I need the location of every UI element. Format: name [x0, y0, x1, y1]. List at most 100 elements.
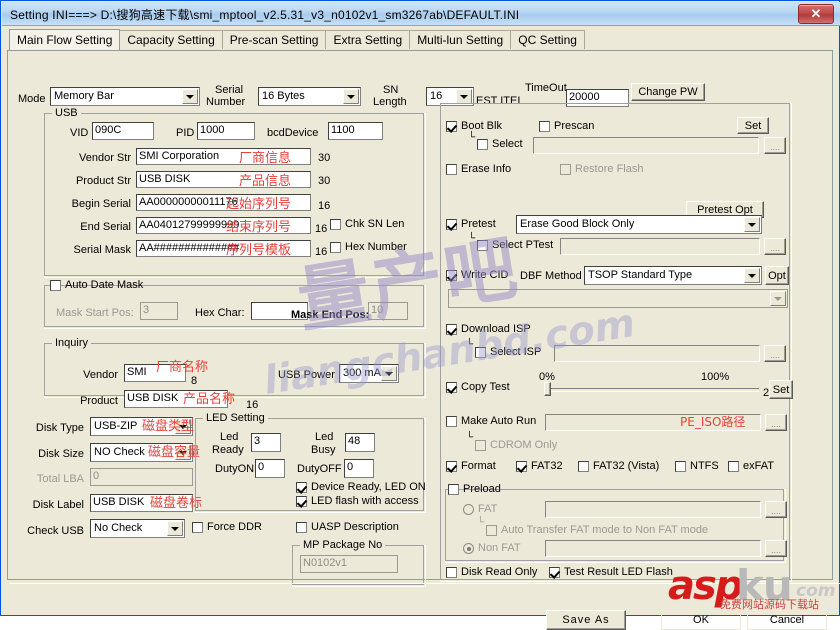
disk-type-select[interactable]: USB-ZIP	[90, 417, 193, 436]
ok-button[interactable]: OK	[661, 610, 741, 630]
dbf-opt-button[interactable]: Opt	[765, 266, 789, 285]
window: Setting INI===> D:\搜狗高速下载\smi_mptool_v2.…	[0, 0, 840, 616]
check-usb-select[interactable]: No Check	[90, 519, 185, 538]
inquiry-product-input[interactable]: USB DISK	[124, 390, 228, 408]
duty-on-input[interactable]: 0	[255, 459, 285, 478]
tab-main-flow-setting[interactable]: Main Flow Setting	[9, 29, 120, 50]
select-isp-browse-button[interactable]: ....	[764, 345, 786, 362]
disk-type-label: Disk Type	[24, 422, 84, 434]
inquiry-vendor-input[interactable]: SMI	[124, 364, 186, 382]
tab-qc-setting[interactable]: QC Setting	[510, 30, 585, 49]
begin-serial-input[interactable]: AA00000000011176	[136, 194, 311, 211]
prescan-set-button[interactable]: Set	[737, 117, 769, 134]
checkbox-icon	[446, 567, 457, 578]
serial-number-select[interactable]: 16 Bytes	[258, 87, 361, 106]
pretest-select[interactable]: Erase Good Block Only	[516, 215, 762, 234]
slider-thumb[interactable]	[544, 382, 551, 396]
tab-pre-scan-setting[interactable]: Pre-scan Setting	[222, 30, 327, 49]
mp-package-no-input[interactable]: N0102v1	[300, 555, 398, 573]
serial-mask-input[interactable]: AA##############	[136, 240, 311, 257]
disk-size-select[interactable]: NO Check	[90, 443, 193, 462]
hex-number-label: Hex Number	[345, 241, 407, 253]
chevron-down-icon[interactable]	[167, 521, 183, 536]
select-ptest-input[interactable]	[560, 238, 760, 255]
tab-multi-lun-setting[interactable]: Multi-lun Setting	[409, 30, 511, 49]
tab-extra-setting[interactable]: Extra Setting	[325, 30, 410, 49]
make-auto-run-browse-button[interactable]: ....	[765, 414, 787, 431]
copy-test-slider[interactable]	[544, 382, 759, 397]
chevron-down-icon[interactable]	[744, 268, 760, 283]
select-ptest-browse-button[interactable]: ....	[764, 238, 786, 255]
led-busy-input[interactable]: 48	[345, 433, 375, 452]
fat-label: FAT	[478, 503, 497, 515]
chevron-down-icon[interactable]	[175, 419, 191, 434]
mask-start-pos-input[interactable]: 3	[140, 302, 178, 320]
preload-label: Preload	[463, 483, 501, 495]
mask-end-pos-label: Mask End Pos:	[291, 309, 369, 321]
chevron-down-icon[interactable]	[182, 89, 198, 104]
tab-capacity-setting[interactable]: Capacity Setting	[119, 30, 222, 49]
format-label: Format	[461, 460, 496, 472]
mask-end-pos-input[interactable]: 10	[368, 302, 408, 320]
dbf-method-select[interactable]: TSOP Standard Type	[584, 266, 762, 285]
serial-number-label-line1: Serial	[215, 84, 243, 96]
change-pw-button[interactable]: Change PW	[631, 83, 705, 101]
cancel-button[interactable]: Cancel	[747, 610, 827, 630]
client-area: Main Flow Setting Capacity Setting Pre-s…	[5, 27, 837, 613]
chk-sn-len-label: Chk SN Len	[345, 218, 404, 230]
vendor-str-input[interactable]: SMI Corporation	[136, 148, 311, 165]
checkbox-icon	[446, 416, 457, 427]
serial-number-select-value: 16 Bytes	[262, 90, 305, 102]
chevron-down-icon[interactable]	[744, 217, 760, 232]
fat-browse-button[interactable]: ....	[765, 501, 787, 518]
extra-select[interactable]	[448, 289, 788, 308]
led-ready-label-line1: Led	[220, 431, 238, 443]
checkbox-icon	[330, 219, 341, 230]
uasp-description-label: UASP Description	[311, 521, 399, 533]
pid-input[interactable]: 1000	[197, 122, 255, 140]
usb-power-select-value: 300 mA	[343, 367, 381, 379]
copy-test-set-button[interactable]: Set	[769, 380, 793, 399]
chevron-down-icon[interactable]	[381, 366, 397, 381]
save-as-button[interactable]: Save As	[546, 610, 626, 630]
exfat-label: exFAT	[743, 460, 774, 472]
usb-power-select[interactable]: 300 mA	[339, 364, 399, 383]
total-lba-input[interactable]: 0	[90, 468, 193, 486]
mode-select[interactable]: Memory Bar	[50, 87, 200, 106]
elbow-connector-icon: └	[466, 432, 473, 443]
chevron-down-icon[interactable]	[456, 89, 472, 104]
select-browse-button[interactable]: ....	[764, 137, 786, 154]
non-fat-browse-button[interactable]: ....	[765, 540, 787, 557]
vid-input[interactable]: 090C	[92, 122, 154, 140]
duty-off-label: DutyOFF	[297, 463, 342, 475]
duty-off-input[interactable]: 0	[344, 459, 374, 478]
checkbox-icon	[448, 484, 459, 495]
chevron-down-icon[interactable]	[175, 445, 191, 460]
inquiry-vendor-label: Vendor	[58, 369, 118, 381]
end-serial-input[interactable]: AA04012799999999	[136, 217, 311, 234]
footer-divider	[9, 583, 840, 585]
make-auto-run-input[interactable]	[545, 414, 761, 431]
select-isp-input[interactable]	[554, 345, 760, 362]
close-button[interactable]: ✕	[798, 4, 834, 24]
checkbox-icon	[675, 461, 686, 472]
chevron-down-icon[interactable]	[770, 291, 786, 306]
bcd-device-input[interactable]: 1100	[328, 122, 383, 140]
led-setting-group-title: LED Setting	[203, 412, 268, 424]
product-str-input[interactable]: USB DISK	[136, 171, 311, 188]
select-path-input[interactable]	[533, 137, 759, 154]
tab-strip: Main Flow Setting Capacity Setting Pre-s…	[9, 30, 584, 51]
fat-path-input[interactable]	[545, 501, 761, 518]
chevron-down-icon[interactable]	[343, 89, 359, 104]
checkbox-icon	[446, 461, 457, 472]
pid-label: PID	[176, 127, 194, 139]
checkbox-icon	[330, 242, 341, 253]
non-fat-path-input[interactable]	[545, 540, 761, 557]
checkbox-icon	[446, 382, 457, 393]
led-ready-input[interactable]: 3	[251, 433, 281, 452]
disk-label-input[interactable]: USB DISK	[90, 494, 193, 512]
title-bar: Setting INI===> D:\搜狗高速下载\smi_mptool_v2.…	[2, 2, 840, 26]
elbow-connector-icon: └	[468, 132, 475, 143]
check-usb-label: Check USB	[18, 525, 84, 537]
pretest-select-value: Erase Good Block Only	[520, 218, 634, 230]
